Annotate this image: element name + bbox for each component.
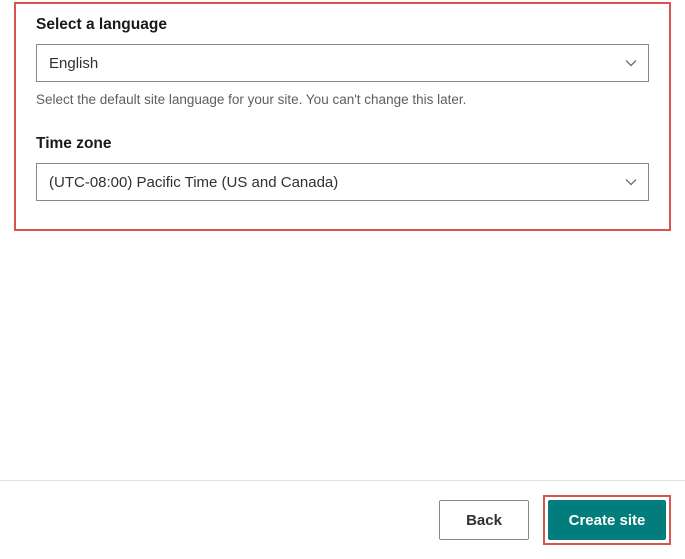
form-highlight-box: Select a language English Select the def… [14, 2, 671, 231]
language-field: Select a language English Select the def… [36, 16, 649, 107]
language-dropdown-value: English [49, 55, 98, 72]
create-site-button[interactable]: Create site [548, 500, 666, 540]
footer-actions: Back Create site [439, 495, 671, 545]
timezone-field: Time zone (UTC-08:00) Pacific Time (US a… [36, 135, 649, 201]
chevron-down-icon [624, 56, 638, 70]
timezone-label: Time zone [36, 135, 649, 153]
back-button[interactable]: Back [439, 500, 529, 540]
chevron-down-icon [624, 175, 638, 189]
timezone-dropdown[interactable]: (UTC-08:00) Pacific Time (US and Canada) [36, 163, 649, 201]
language-label: Select a language [36, 16, 649, 34]
footer-divider [0, 480, 685, 481]
language-helper-text: Select the default site language for you… [36, 92, 649, 107]
language-dropdown[interactable]: English [36, 44, 649, 82]
timezone-dropdown-value: (UTC-08:00) Pacific Time (US and Canada) [49, 174, 338, 191]
create-button-highlight: Create site [543, 495, 671, 545]
